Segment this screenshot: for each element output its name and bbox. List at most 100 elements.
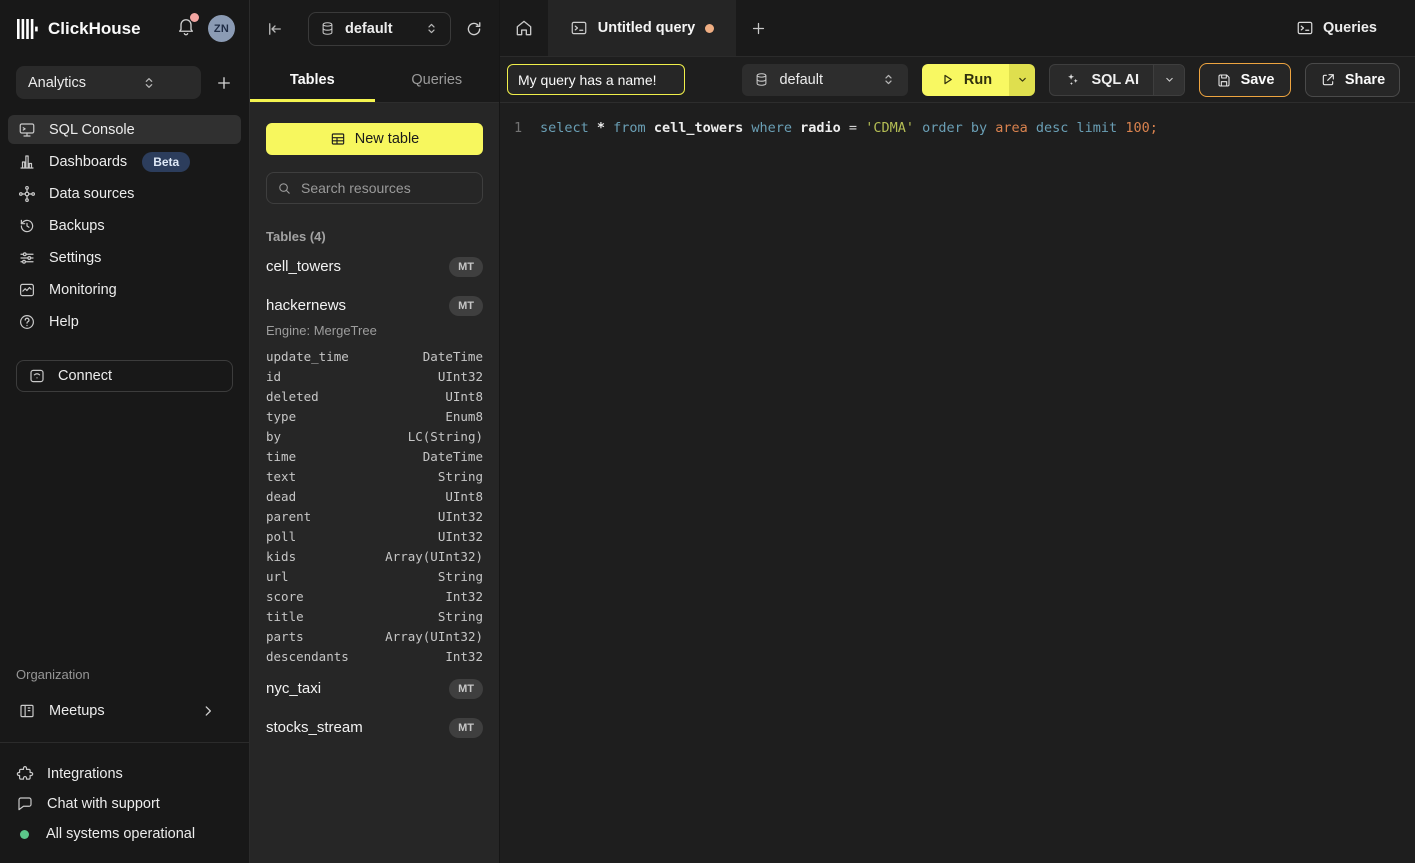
query-name-input[interactable] — [507, 64, 685, 95]
search-icon — [277, 181, 292, 196]
column-name: text — [266, 469, 296, 484]
sidebar-item-chat-support[interactable]: Chat with support — [16, 789, 233, 819]
table-row-cell-towers[interactable]: cell_towers MT — [266, 250, 483, 283]
column-row[interactable]: by LC(String) — [266, 426, 483, 446]
sidebar-item-monitoring[interactable]: Monitoring — [8, 275, 241, 304]
new-tab-button[interactable] — [736, 0, 781, 56]
column-row[interactable]: update_time DateTime — [266, 346, 483, 366]
sidebar-item-settings[interactable]: Settings — [8, 243, 241, 272]
column-name: update_time — [266, 349, 349, 364]
column-type: Array(UInt32) — [385, 549, 483, 564]
sidebar-footer: Integrations Chat with support All syste… — [0, 742, 249, 863]
column-type: String — [438, 469, 483, 484]
search-resources-input[interactable] — [301, 180, 482, 196]
status-green-dot — [20, 830, 29, 839]
connect-icon — [28, 367, 46, 385]
engine-badge: MT — [449, 257, 483, 277]
workspace-select-value: Analytics — [28, 75, 109, 91]
run-button[interactable]: Run — [922, 64, 1009, 96]
engine-badge: MT — [449, 718, 483, 738]
sidebar-nav: SQL Console Dashboards Beta — [0, 109, 249, 339]
sql-ai-options-button[interactable] — [1153, 65, 1184, 95]
add-service-button[interactable] — [215, 74, 233, 92]
integrations-label: Integrations — [47, 766, 123, 782]
help-icon — [18, 313, 36, 331]
database-icon — [320, 21, 335, 36]
notifications-button[interactable] — [176, 16, 196, 41]
terminal-icon — [1296, 19, 1314, 37]
column-row[interactable]: dead UInt8 — [266, 486, 483, 506]
query-tabbar: Untitled query Queries — [500, 0, 1415, 57]
sidebar-item-label: Dashboards — [49, 154, 127, 170]
column-row[interactable]: time DateTime — [266, 446, 483, 466]
explorer-body: New table Tables (4) cell_towers MT hack… — [250, 103, 499, 863]
table-grid-icon — [330, 131, 346, 147]
sidebar-item-dashboards[interactable]: Dashboards Beta — [8, 147, 241, 176]
sidebar-item-sql-console[interactable]: SQL Console — [8, 115, 241, 144]
tables-section-label: Tables (4) — [266, 229, 483, 244]
home-button[interactable] — [500, 0, 548, 56]
chevron-down-icon — [1163, 73, 1176, 86]
run-database-select[interactable]: default — [742, 64, 908, 96]
tabbar-spacer — [781, 0, 1296, 56]
connect-button[interactable]: Connect — [16, 360, 233, 392]
column-row[interactable]: parts Array(UInt32) — [266, 626, 483, 646]
tab-queries[interactable]: Queries — [375, 57, 500, 102]
column-row[interactable]: text String — [266, 466, 483, 486]
table-row-hackernews[interactable]: hackernews MT — [266, 289, 483, 322]
sidebar-item-integrations[interactable]: Integrations — [16, 759, 233, 789]
database-select[interactable]: default — [308, 12, 451, 46]
column-row[interactable]: score Int32 — [266, 586, 483, 606]
avatar[interactable]: ZN — [208, 15, 235, 42]
collapse-panel-button[interactable] — [266, 20, 284, 38]
sidebar-item-label: SQL Console — [49, 122, 135, 138]
column-row[interactable]: descendants Int32 — [266, 646, 483, 666]
brand-name: ClickHouse — [48, 19, 176, 39]
chevron-down-icon — [1016, 73, 1029, 86]
explorer-header: default — [250, 0, 499, 57]
column-row[interactable]: url String — [266, 566, 483, 586]
column-type: Array(UInt32) — [385, 629, 483, 644]
column-row[interactable]: parent UInt32 — [266, 506, 483, 526]
column-type: UInt8 — [445, 489, 483, 504]
refresh-button[interactable] — [465, 20, 483, 38]
column-name: by — [266, 429, 281, 444]
tab-tables[interactable]: Tables — [250, 57, 375, 102]
column-row[interactable]: poll UInt32 — [266, 526, 483, 546]
share-button[interactable]: Share — [1305, 63, 1400, 97]
queries-button[interactable]: Queries — [1296, 0, 1415, 56]
share-icon — [1320, 72, 1336, 88]
table-row-stocks-stream[interactable]: stocks_stream MT — [266, 711, 483, 744]
sidebar-item-data-sources[interactable]: Data sources — [8, 179, 241, 208]
connect-label: Connect — [58, 368, 112, 384]
sidebar-item-help[interactable]: Help — [8, 307, 241, 336]
column-type: Int32 — [445, 649, 483, 664]
column-row[interactable]: deleted UInt8 — [266, 386, 483, 406]
column-type: Enum8 — [445, 409, 483, 424]
column-row[interactable]: type Enum8 — [266, 406, 483, 426]
sidebar-item-meetups[interactable]: Meetups — [0, 696, 249, 726]
sql-editor[interactable]: 1 select * from cell_towers where radio … — [500, 103, 1415, 863]
sql-code: select * from cell_towers where radio = … — [540, 118, 1158, 139]
sidebar-item-backups[interactable]: Backups — [8, 211, 241, 240]
workspace-select[interactable]: Analytics — [16, 66, 201, 99]
app-root: ClickHouse ZN Analytics — [0, 0, 1415, 863]
backups-icon — [18, 217, 36, 235]
system-status-row[interactable]: All systems operational — [16, 819, 233, 849]
search-resources-box[interactable] — [266, 172, 483, 204]
sql-ai-button[interactable]: SQL AI — [1050, 65, 1153, 95]
new-table-button[interactable]: New table — [266, 123, 483, 155]
run-options-button[interactable] — [1009, 64, 1035, 96]
save-button[interactable]: Save — [1199, 63, 1291, 97]
workspace-row: Analytics — [0, 57, 249, 109]
organization-label: Organization — [0, 667, 249, 682]
beta-badge: Beta — [142, 152, 190, 172]
column-row[interactable]: id UInt32 — [266, 366, 483, 386]
column-name: time — [266, 449, 296, 464]
column-type: UInt32 — [438, 509, 483, 524]
column-row[interactable]: kids Array(UInt32) — [266, 546, 483, 566]
queries-label: Queries — [1323, 20, 1377, 36]
column-row[interactable]: title String — [266, 606, 483, 626]
tab-untitled-query[interactable]: Untitled query — [548, 0, 736, 56]
table-row-nyc-taxi[interactable]: nyc_taxi MT — [266, 672, 483, 705]
